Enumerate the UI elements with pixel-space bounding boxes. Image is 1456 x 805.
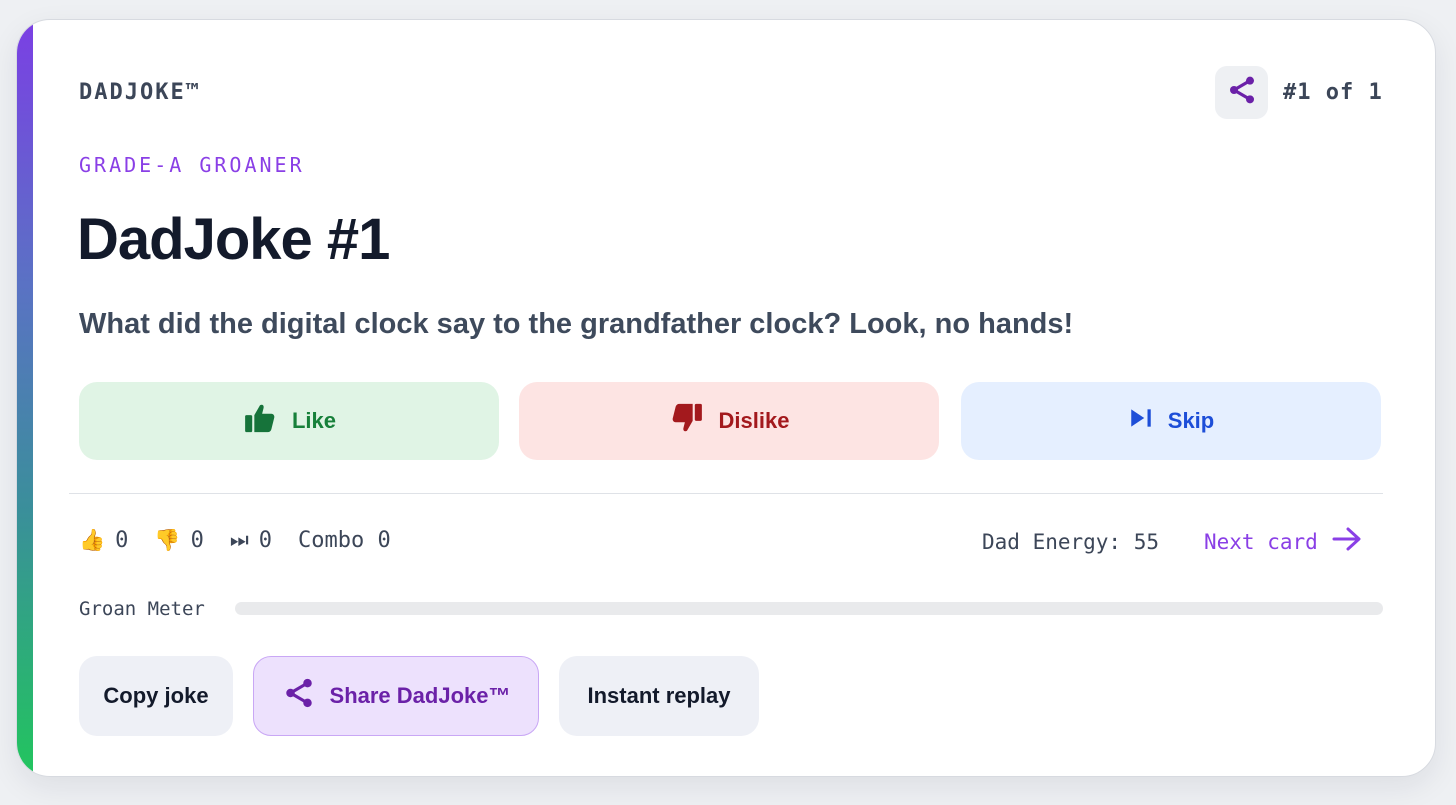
share-dadjoke-button[interactable]: Share DadJoke™	[253, 656, 539, 736]
share-dadjoke-label: Share DadJoke™	[329, 683, 511, 708]
instant-replay-label: Instant replay	[587, 683, 731, 708]
groan-meter-bar	[235, 602, 1383, 615]
skips-count: 0	[258, 528, 272, 553]
share-icon-button[interactable]	[1215, 66, 1268, 119]
joke-title: DadJoke #1	[77, 207, 390, 272]
joke-grade-tag: GRADE-A GROANER	[79, 153, 305, 177]
stats-row: 👍 0 👎 0 ⏭ 0 Combo 0	[79, 528, 417, 553]
share-icon	[282, 676, 316, 716]
skip-next-icon	[1128, 407, 1154, 435]
dislike-button[interactable]: Dislike	[519, 382, 939, 460]
dislikes-stat: 👎 0	[154, 528, 203, 553]
joke-card: DADJOKE™ #1 of 1 GRADE-A GROANER DadJoke…	[16, 19, 1436, 777]
divider	[69, 493, 1383, 494]
dislike-label: Dislike	[718, 408, 790, 433]
copy-joke-button[interactable]: Copy joke	[79, 656, 233, 736]
likes-stat: 👍 0	[79, 528, 128, 553]
likes-count: 0	[115, 528, 129, 553]
copy-joke-label: Copy joke	[103, 683, 209, 708]
thumbs-up-emoji-icon: 👍	[79, 528, 106, 552]
thumbs-up-icon	[242, 401, 278, 441]
thumbs-down-emoji-icon: 👎	[154, 528, 181, 552]
combo-stat: Combo 0	[297, 528, 391, 553]
dislikes-count: 0	[190, 528, 204, 553]
skips-stat: ⏭ 0	[230, 528, 272, 553]
skip-label: Skip	[1167, 408, 1215, 433]
skip-button[interactable]: Skip	[961, 382, 1381, 460]
instant-replay-button[interactable]: Instant replay	[559, 656, 759, 736]
next-card-label: Next card	[1204, 529, 1318, 554]
next-card-link[interactable]: Next card	[1204, 526, 1362, 557]
dad-energy: Dad Energy: 55	[982, 530, 1160, 554]
brand-label: DADJOKE™	[79, 80, 201, 105]
joke-text: What did the digital clock say to the gr…	[79, 308, 1074, 340]
thumbs-down-icon	[669, 401, 705, 441]
like-button[interactable]: Like	[79, 382, 499, 460]
card-counter: #1 of 1	[1283, 80, 1383, 105]
like-label: Like	[291, 408, 337, 433]
card-accent-bar	[17, 20, 33, 776]
skip-emoji-icon: ⏭	[229, 528, 249, 552]
share-icon	[1226, 74, 1258, 111]
groan-meter-label: Groan Meter	[79, 598, 205, 620]
arrow-right-icon	[1332, 526, 1362, 557]
